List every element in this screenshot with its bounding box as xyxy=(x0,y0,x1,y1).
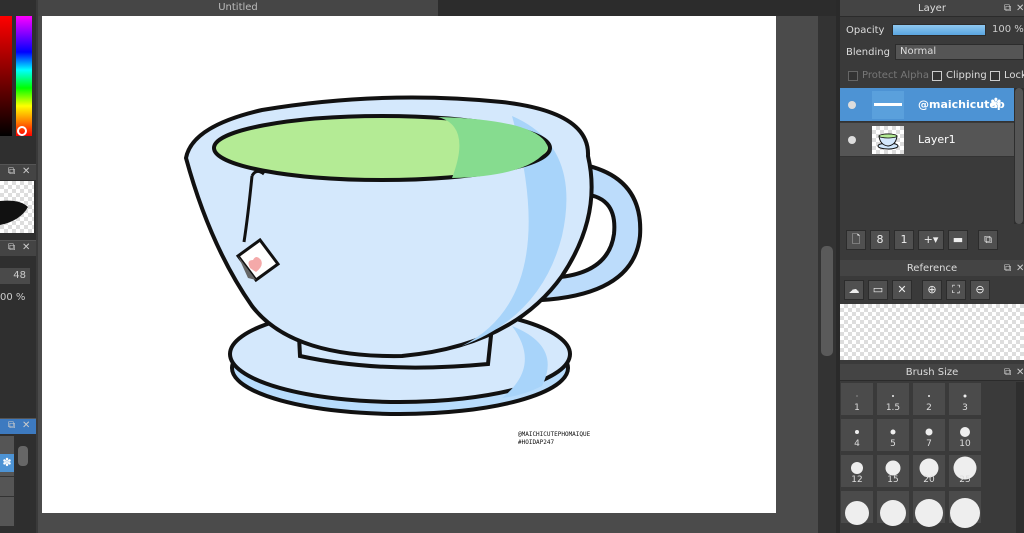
visibility-eye-icon[interactable] xyxy=(848,101,856,109)
zoom-out-icon[interactable]: ⊖ xyxy=(970,280,990,300)
reference-canvas[interactable] xyxy=(840,304,1024,360)
close-icon[interactable]: ✕ xyxy=(22,421,32,431)
brush-size-cell[interactable]: 15 xyxy=(876,454,910,488)
brush-size-cell[interactable]: 20 xyxy=(912,454,946,488)
scrollbar-thumb[interactable] xyxy=(1015,88,1023,224)
brush-size-cell[interactable]: 4 xyxy=(840,418,874,452)
popout-icon[interactable]: ⧉ xyxy=(1004,260,1011,277)
clipping-checkbox[interactable]: Clipping xyxy=(932,70,987,81)
lock-label: Lock xyxy=(1004,70,1024,81)
brush-size-cell[interactable]: 7 xyxy=(912,418,946,452)
canvas-vertical-scrollbar[interactable] xyxy=(818,16,836,533)
popout-icon[interactable]: ⧉ xyxy=(8,421,18,431)
brush-size-cell[interactable]: 12 xyxy=(840,454,874,488)
brush-size-value[interactable]: 48 xyxy=(0,268,30,284)
layer-mini-header: ⧉ ✕ xyxy=(0,418,36,434)
flower-icon: ✽ xyxy=(990,96,1002,112)
layer-toolbar: 🗋 8 1 +▾ ▬ ⧉ xyxy=(840,226,1024,256)
checkbox-box xyxy=(990,70,1000,81)
protect-alpha-checkbox[interactable]: Protect Alpha xyxy=(848,70,929,81)
document-tabbar: Untitled xyxy=(38,0,838,16)
brush-size-cell[interactable]: 2 xyxy=(912,382,946,416)
close-icon[interactable]: ✕ xyxy=(22,243,32,253)
layer-row-layer1[interactable]: Layer1 xyxy=(840,123,1014,157)
tab-untitled[interactable]: Untitled xyxy=(38,0,438,16)
layer-thumbnail xyxy=(872,91,904,119)
app-window: ⧉ ✕ ⧉ ✕ 48 00 % ⧉ ✕ ✽ Untitled @MAICHICU… xyxy=(0,0,1024,533)
layer-opacity-value: 100 % xyxy=(992,24,1024,35)
canvas-area[interactable]: @MAICHICUTEPHOMAIQUE #HOIDAP247 xyxy=(38,16,818,533)
lock-checkbox[interactable]: Lock xyxy=(990,70,1024,81)
layer-panel-header: Layer ⧉ ✕ xyxy=(840,0,1024,17)
add-layer-menu-icon[interactable]: +▾ xyxy=(918,230,944,250)
brush-size-panel-title: Brush Size xyxy=(905,367,959,378)
popout-icon[interactable]: ⧉ xyxy=(8,167,18,177)
brush-size-cell[interactable] xyxy=(840,490,874,526)
brush-size-cell[interactable] xyxy=(948,490,982,529)
blending-select[interactable]: Normal xyxy=(895,44,1024,60)
brush-size-panel-header: Brush Size ⧉ ✕ xyxy=(840,364,1024,381)
flower-icon: ✽ xyxy=(0,454,14,472)
popout-icon[interactable]: ⧉ xyxy=(8,243,18,253)
popout-icon[interactable]: ⧉ xyxy=(1004,0,1011,17)
layer-scrollbar[interactable] xyxy=(1014,88,1024,224)
brush-size-cell[interactable] xyxy=(876,490,910,527)
layer-thumbnail xyxy=(872,126,904,154)
reference-panel-header: Reference ⧉ ✕ xyxy=(840,260,1024,277)
layer-panel-title: Layer xyxy=(918,3,946,14)
brush-preview xyxy=(0,181,34,233)
protect-alpha-label: Protect Alpha xyxy=(862,70,929,81)
layer-name[interactable]: Layer1 xyxy=(918,133,956,146)
open-folder-icon[interactable]: ▭ xyxy=(868,280,888,300)
brush-size-cell[interactable] xyxy=(912,490,946,528)
scrollbar-thumb[interactable] xyxy=(821,246,833,356)
layer-list: @maichicutep ✽ Layer1 xyxy=(840,88,1014,224)
checkbox-box xyxy=(848,70,858,81)
left-panel: ⧉ ✕ ⧉ ✕ 48 00 % ⧉ ✕ ✽ xyxy=(0,0,36,533)
layer-opacity-slider[interactable] xyxy=(892,24,986,36)
clipping-label: Clipping xyxy=(946,70,987,81)
close-icon[interactable]: ✕ xyxy=(1016,364,1024,381)
brush-size-cell[interactable]: 10 xyxy=(948,418,982,452)
layer-row-text[interactable]: @maichicutep ✽ xyxy=(840,88,1014,122)
new-layer-icon[interactable]: 🗋 xyxy=(846,230,866,250)
brush-size-grid: 1 1.5 2 3 4 5 7 10 12 15 20 25 xyxy=(840,382,1024,533)
watermark-line-2: #HOIDAP247 xyxy=(518,439,555,446)
hue-slider[interactable] xyxy=(16,16,32,136)
brush-size-scrollbar[interactable] xyxy=(1016,382,1024,533)
blending-label: Blending xyxy=(846,47,890,58)
brush-size-cell[interactable]: 1.5 xyxy=(876,382,910,416)
close-icon[interactable]: ✕ xyxy=(22,167,32,177)
brush-size-cell[interactable]: 5 xyxy=(876,418,910,452)
cloud-icon[interactable]: ☁ xyxy=(844,280,864,300)
visibility-eye-icon[interactable] xyxy=(848,136,856,144)
watermark-line-1: @MAICHICUTEPHOMAIQUE xyxy=(518,431,591,438)
new-1bit-layer-icon[interactable]: 1 xyxy=(894,230,914,250)
close-icon[interactable]: ✕ xyxy=(892,280,912,300)
reference-panel-title: Reference xyxy=(906,263,958,274)
layer-mini-list: ✽ xyxy=(0,436,14,526)
reference-toolbar: ☁ ▭ ✕ ⊕ ⛶ ⊖ xyxy=(840,276,1024,306)
brush-size-cell[interactable]: 3 xyxy=(948,382,982,416)
hue-marker[interactable] xyxy=(17,126,27,136)
close-icon[interactable]: ✕ xyxy=(1016,260,1024,277)
color-value-picker[interactable] xyxy=(0,16,12,136)
folder-icon[interactable]: ▬ xyxy=(948,230,968,250)
checkbox-box xyxy=(932,70,942,81)
close-icon[interactable]: ✕ xyxy=(1016,0,1024,17)
right-panel: Layer ⧉ ✕ Opacity 100 % Blending Normal … xyxy=(840,0,1024,533)
popout-icon[interactable]: ⧉ xyxy=(1004,364,1011,381)
brush-size-cell[interactable]: 1 xyxy=(840,382,874,416)
new-8bit-layer-icon[interactable]: 8 xyxy=(870,230,890,250)
left-scrollbar[interactable] xyxy=(16,440,30,530)
duplicate-icon[interactable]: ⧉ xyxy=(978,230,998,250)
brush-preview-header: ⧉ ✕ xyxy=(0,164,36,180)
opacity-label: Opacity xyxy=(846,25,885,36)
brush-size-cell[interactable]: 25 xyxy=(948,454,982,488)
zoom-in-icon[interactable]: ⊕ xyxy=(922,280,942,300)
fit-icon[interactable]: ⛶ xyxy=(946,280,966,300)
brush-opacity-value: 00 % xyxy=(0,292,26,303)
brush-settings-header: ⧉ ✕ xyxy=(0,240,36,256)
drawing-canvas[interactable]: @MAICHICUTEPHOMAIQUE #HOIDAP247 xyxy=(42,16,776,513)
